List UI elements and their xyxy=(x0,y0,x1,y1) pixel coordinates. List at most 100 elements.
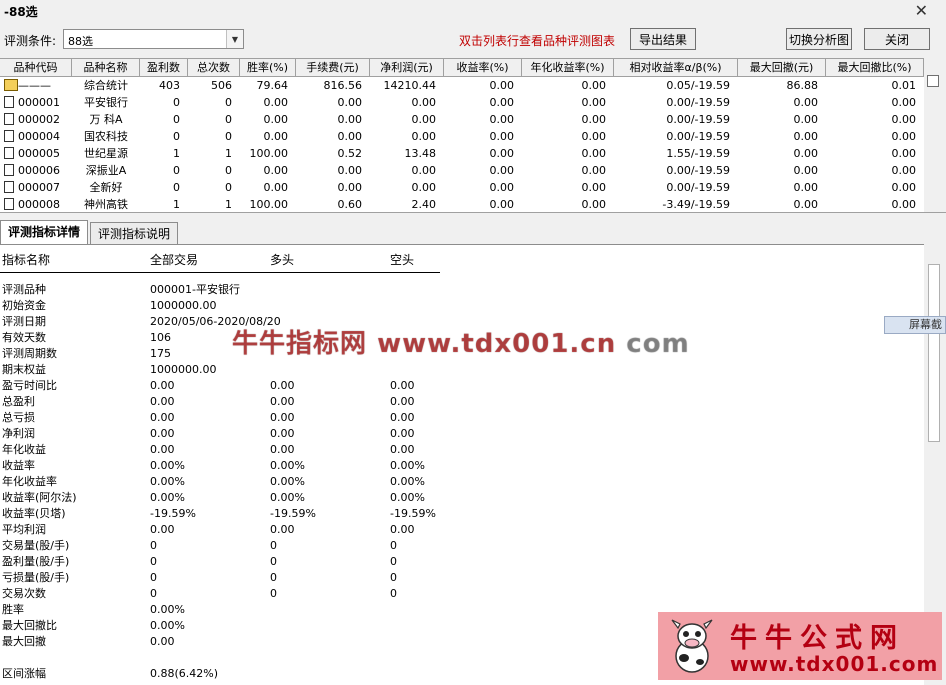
table-scrollbar[interactable] xyxy=(924,58,946,212)
metric-value: -19.59% xyxy=(270,507,316,520)
detail-row: 胜率 0.00% xyxy=(0,602,600,618)
column-header[interactable]: 收益率(%) xyxy=(444,59,522,76)
cell-total: 506 xyxy=(211,79,232,92)
metric-name: 收益率(阿尔法) xyxy=(2,491,77,504)
detail-row: 平均利润 0.00 0.00 0.00 xyxy=(0,522,600,538)
metric-name: 盈利量(股/手) xyxy=(2,555,70,568)
column-header[interactable]: 年化收益率(%) xyxy=(522,59,614,76)
column-header[interactable]: 盈利数 xyxy=(140,59,188,76)
export-button[interactable]: 导出结果 xyxy=(630,28,696,50)
table-row[interactable]: 000006 深振业A 0 0 0.00 0.00 0.00 0.00 0.00 0.00/-19… xyxy=(0,162,924,179)
watermark-gray: com xyxy=(626,329,690,359)
metric-name: 最大回撤 xyxy=(2,635,46,648)
condition-select[interactable]: 88选 ▼ xyxy=(63,29,244,49)
scrollbar-thumb[interactable] xyxy=(928,264,940,442)
cell-ddr: 0.00 xyxy=(891,198,917,211)
metric-value: 0.00 xyxy=(390,427,415,440)
metric-value: 0.00 xyxy=(270,411,295,424)
metric-value: 000001-平安银行 xyxy=(150,283,240,296)
detail-row: 盈利量(股/手) 0 0 0 xyxy=(0,554,600,570)
detail-row: 总盈利 0.00 0.00 0.00 xyxy=(0,394,600,410)
metric-value: -19.59% xyxy=(390,507,436,520)
column-header[interactable]: 相对收益率α/β(%) xyxy=(614,59,738,76)
cell-code: 000008 xyxy=(18,198,60,211)
cell-rate: 0.00 xyxy=(263,164,289,177)
cell-annual: 0.00 xyxy=(581,164,607,177)
pane-splitter[interactable] xyxy=(0,212,946,219)
cell-win: 0 xyxy=(173,181,180,194)
chevron-down-icon[interactable]: ▼ xyxy=(226,30,243,48)
column-header[interactable]: 手续费(元) xyxy=(296,59,370,76)
cell-total: 0 xyxy=(225,113,232,126)
cell-code: 000001 xyxy=(18,96,60,109)
detail-row: 交易次数 0 0 0 xyxy=(0,586,600,602)
detail-tabs: 评测指标详情 评测指标说明 xyxy=(0,220,946,244)
column-header[interactable]: 品种代码 xyxy=(0,59,72,76)
cell-total: 0 xyxy=(225,130,232,143)
cell-name: 综合统计 xyxy=(84,79,128,92)
title-bar: -88选 ✕ xyxy=(0,0,946,22)
metric-name: 区间涨幅 xyxy=(2,667,46,680)
cell-win: 403 xyxy=(159,79,180,92)
cell-rel: 1.55/-19.59 xyxy=(666,147,730,160)
tab-explanation[interactable]: 评测指标说明 xyxy=(90,222,178,244)
metric-value: 0.00 xyxy=(270,523,295,536)
tab-details[interactable]: 评测指标详情 xyxy=(0,220,88,244)
cell-fee: 0.00 xyxy=(337,113,363,126)
table-row[interactable]: 000005 世纪星源 1 1 100.00 0.52 13.48 0.00 0.00 1.55/… xyxy=(0,145,924,162)
table-row[interactable]: 000001 平安银行 0 0 0.00 0.00 0.00 0.00 0.00 0.00/-19… xyxy=(0,94,924,111)
cell-fee: 0.52 xyxy=(337,147,363,160)
cell-dd: 0.00 xyxy=(793,181,819,194)
cell-rate: 100.00 xyxy=(249,198,289,211)
metric-value: 0.00% xyxy=(150,475,185,488)
cell-fee: 0.00 xyxy=(337,96,363,109)
table-row[interactable]: 000004 国农科技 0 0 0.00 0.00 0.00 0.00 0.00 0.00/-19… xyxy=(0,128,924,145)
table-row[interactable]: ——— 综合统计 403 506 79.64 816.56 14210.44 0.00 0.00… xyxy=(0,77,924,94)
close-button[interactable]: 关闭 xyxy=(864,28,930,50)
table-row[interactable]: 000007 全新好 0 0 0.00 0.00 0.00 0.00 0.00 0.00/-19.… xyxy=(0,179,924,196)
cell-dd: 0.00 xyxy=(793,113,819,126)
metric-value: 0.00% xyxy=(150,459,185,472)
close-icon[interactable]: ✕ xyxy=(915,1,928,20)
table-row[interactable]: 000008 神州高铁 1 1 100.00 0.60 2.40 0.00 0.00 -3.49/… xyxy=(0,196,924,213)
cell-dd: 0.00 xyxy=(793,198,819,211)
cell-dd: 86.88 xyxy=(786,79,819,92)
cell-code: 000005 xyxy=(18,147,60,160)
logo-url: www.tdx001.com xyxy=(730,652,939,676)
table-row[interactable]: 000002 万 科A 0 0 0.00 0.00 0.00 0.00 0.00 0.00/-19… xyxy=(0,111,924,128)
cell-ret: 0.00 xyxy=(489,96,515,109)
detail-row: 收益率(贝塔) -19.59% -19.59% -19.59% xyxy=(0,506,600,522)
column-header[interactable]: 总次数 xyxy=(188,59,240,76)
switch-chart-button[interactable]: 切换分析图 xyxy=(786,28,852,50)
metric-name: 交易次数 xyxy=(2,587,46,600)
metric-value: 0.00% xyxy=(390,459,425,472)
metric-name: 评测日期 xyxy=(2,315,46,328)
cell-total: 1 xyxy=(225,147,232,160)
metric-value: 0.00 xyxy=(270,443,295,456)
cell-ret: 0.00 xyxy=(489,198,515,211)
cell-name: 平安银行 xyxy=(84,96,128,109)
metric-value: 0.00% xyxy=(150,603,185,616)
scrollbar-thumb[interactable] xyxy=(927,75,939,87)
screenshot-side-tab[interactable]: 屏幕截 xyxy=(884,316,946,334)
column-header[interactable]: 胜率(%) xyxy=(240,59,296,76)
column-header[interactable]: 最大回撤(元) xyxy=(738,59,826,76)
detail-row: 最大回撤比 0.00% xyxy=(0,618,600,634)
metric-value: 0.00% xyxy=(390,491,425,504)
cell-profit: 13.48 xyxy=(404,147,437,160)
metric-name: 亏损量(股/手) xyxy=(2,571,70,584)
column-header[interactable]: 最大回撤比(%) xyxy=(826,59,924,76)
metric-value: 0 xyxy=(390,539,397,552)
cell-code: ——— xyxy=(18,79,51,92)
cell-fee: 0.00 xyxy=(337,181,363,194)
metric-name: 盈亏时间比 xyxy=(2,379,57,392)
metric-value: 0 xyxy=(390,571,397,584)
cell-total: 0 xyxy=(225,96,232,109)
column-header[interactable]: 净利润(元) xyxy=(370,59,444,76)
metric-name: 评测品种 xyxy=(2,283,46,296)
cell-profit: 14210.44 xyxy=(383,79,437,92)
metric-value: 0.00% xyxy=(390,475,425,488)
cell-profit: 2.40 xyxy=(411,198,437,211)
column-header[interactable]: 品种名称 xyxy=(72,59,140,76)
cell-ddr: 0.00 xyxy=(891,147,917,160)
